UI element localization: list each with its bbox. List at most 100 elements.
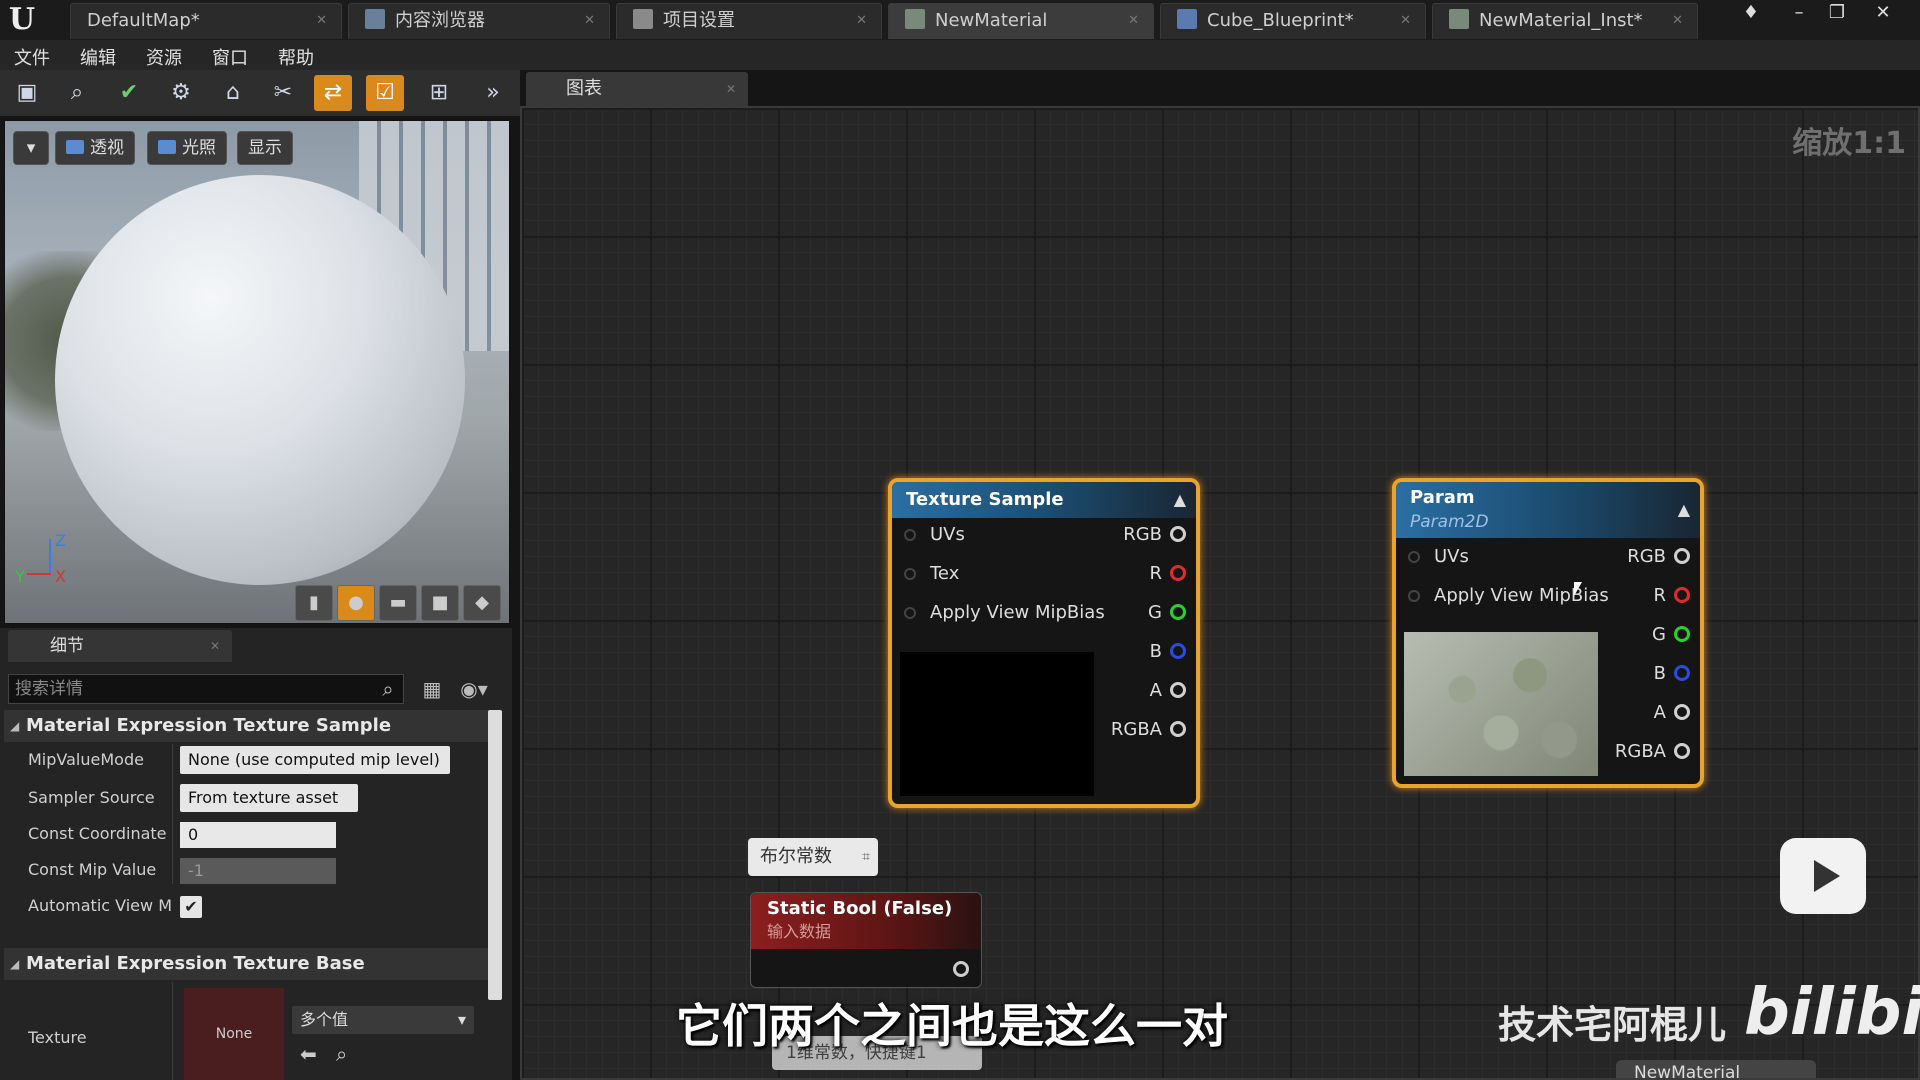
preview-viewport[interactable]: ▾ 透视 光照 显示 Z Y X ▮ ● ▬ ■ ◆ xyxy=(4,120,510,624)
static-bool-node[interactable]: Static Bool (False) 输入数据 xyxy=(750,892,982,988)
teapot-preview-icon[interactable]: ◆ xyxy=(463,585,501,621)
pin-circle-icon xyxy=(904,568,916,580)
output-pin[interactable] xyxy=(953,961,969,977)
viewport-options-button[interactable]: ▾ xyxy=(13,131,49,165)
use-selected-arrow-icon[interactable]: ⬅ xyxy=(300,1042,317,1066)
close-window-icon[interactable]: ✕ xyxy=(1868,2,1898,26)
sampler-source-combo[interactable]: From texture asset ▾ xyxy=(180,784,358,835)
unreal-logo-icon[interactable]: U xyxy=(4,2,40,38)
browse-icon[interactable]: ⌕ xyxy=(58,75,96,111)
texture-preview-black xyxy=(900,652,1094,796)
unreal-material-editor: U DefaultMap* ✕ 内容浏览器 ✕ 项目设置 ✕ NewMaterial ✕… xyxy=(0,0,1920,1080)
close-icon[interactable]: ✕ xyxy=(726,72,736,106)
more-icon[interactable]: » xyxy=(474,75,512,111)
live-preview-icon[interactable]: ☑ xyxy=(366,75,404,111)
bool-comment-bubble[interactable]: 布尔常数 ⌗ xyxy=(748,838,878,876)
param-node[interactable]: Param Param2D ▲ UVs Apply View MipBias R… xyxy=(1392,478,1704,788)
output-pin-a[interactable]: A xyxy=(1654,698,1690,728)
texture-thumbnail[interactable]: None xyxy=(184,988,284,1080)
preview-sphere xyxy=(55,175,465,585)
texture-sample-node[interactable]: Texture Sample ▲ UVs Tex Apply View MipB… xyxy=(888,478,1200,808)
graph-tab[interactable]: 图表 ✕ xyxy=(526,72,748,106)
search-nodes-icon[interactable]: ⚙ xyxy=(162,75,200,111)
output-pin-rgb[interactable]: RGB xyxy=(1627,542,1690,572)
perspective-button[interactable]: 透视 xyxy=(55,131,135,165)
output-pin-g[interactable]: G xyxy=(1652,620,1690,650)
clean-up-icon[interactable]: ✂ xyxy=(264,75,302,111)
material-graph-canvas[interactable]: 缩放1:1 Texture Sample ▲ UVs Tex Apply Vie… xyxy=(520,106,1920,1080)
texture-asset-combo[interactable]: 多个值 ▾ xyxy=(292,1006,474,1034)
param-header[interactable]: Param Param2D ▲ xyxy=(1396,482,1700,538)
output-pin-a[interactable]: A xyxy=(1150,676,1186,706)
input-pin-uvs[interactable]: UVs xyxy=(904,520,965,550)
restore-icon[interactable]: ❐ xyxy=(1822,2,1852,26)
sphere-preview-icon[interactable]: ● xyxy=(337,585,375,621)
search-icon[interactable]: ⌕ xyxy=(370,674,406,704)
save-icon[interactable]: ▣ xyxy=(8,75,46,111)
pin-comment-icon[interactable]: ⌗ xyxy=(862,838,870,876)
automatic-view-mip-checkbox[interactable]: ✔ xyxy=(180,896,202,918)
menu-window[interactable]: 窗口 xyxy=(212,44,248,70)
apply-icon[interactable]: ✔ xyxy=(110,75,148,111)
input-pin-uvs[interactable]: UVs xyxy=(1408,542,1469,572)
browse-asset-icon[interactable]: ⌕ xyxy=(336,1042,347,1066)
property-matrix-icon[interactable]: ▦ xyxy=(414,674,450,704)
static-bool-header[interactable]: Static Bool (False) 输入数据 xyxy=(751,893,981,949)
collapse-arrow-icon: ◢ xyxy=(10,957,20,971)
cylinder-preview-icon[interactable]: ▮ xyxy=(295,585,333,621)
minimize-icon[interactable]: – xyxy=(1784,2,1814,26)
details-tab[interactable]: 细节 ✕ xyxy=(8,630,232,662)
menu-file[interactable]: 文件 xyxy=(14,44,50,70)
pin-circle-icon xyxy=(1170,721,1186,737)
output-pin-r[interactable]: R xyxy=(1653,581,1690,611)
category-texture-sample[interactable]: ◢ Material Expression Texture Sample xyxy=(4,710,490,742)
details-panel: 细节 ✕ 搜索详情 ⌕ ▦ ◉▾ ◢ Material Expression Tex… xyxy=(0,628,512,1080)
details-search-input[interactable]: 搜索详情 xyxy=(8,674,404,704)
close-icon[interactable]: ✕ xyxy=(1400,4,1411,38)
tab-cube-blueprint[interactable]: Cube_Blueprint* ✕ xyxy=(1160,3,1426,39)
close-icon[interactable]: ✕ xyxy=(316,4,327,38)
menu-edit[interactable]: 编辑 xyxy=(80,44,116,70)
lighting-button[interactable]: 光照 xyxy=(147,131,227,165)
eye-icon[interactable]: ◉▾ xyxy=(456,674,492,704)
tab-newmaterial[interactable]: NewMaterial ✕ xyxy=(888,3,1154,39)
newmaterial-output-node[interactable]: NewMaterial xyxy=(1616,1060,1816,1078)
output-pin-b[interactable]: B xyxy=(1654,659,1690,689)
collapse-icon[interactable]: ▲ xyxy=(1174,482,1186,518)
output-pin-rgba[interactable]: RGBA xyxy=(1615,737,1690,767)
texture-sample-header[interactable]: Texture Sample ▲ xyxy=(892,482,1196,518)
feedback-icon[interactable]: ♦ xyxy=(1736,2,1766,26)
output-pin-r[interactable]: R xyxy=(1149,559,1186,589)
prop-label-mip: MipValueMode xyxy=(28,750,144,769)
output-pin-rgba[interactable]: RGBA xyxy=(1111,715,1186,745)
pin-circle-icon xyxy=(1408,590,1420,602)
collapse-icon[interactable]: ▲ xyxy=(1678,498,1690,522)
plane-preview-icon[interactable]: ▬ xyxy=(379,585,417,621)
tab-content-browser[interactable]: 内容浏览器 ✕ xyxy=(348,3,610,39)
category-texture-base[interactable]: ◢ Material Expression Texture Base xyxy=(4,948,490,980)
mip-value-mode-combo[interactable]: None (use computed mip level) ▾ xyxy=(180,746,450,797)
cube-preview-icon[interactable]: ■ xyxy=(421,585,459,621)
close-icon[interactable]: ✕ xyxy=(856,4,867,38)
close-icon[interactable]: ✕ xyxy=(584,4,595,38)
show-button[interactable]: 显示 xyxy=(237,131,293,165)
close-icon[interactable]: ✕ xyxy=(1672,4,1683,38)
tab-project-settings[interactable]: 项目设置 ✕ xyxy=(616,3,882,39)
const-coordinate-input[interactable]: 0 xyxy=(180,822,336,848)
input-pin-tex[interactable]: Tex xyxy=(904,559,959,589)
close-icon[interactable]: ✕ xyxy=(1128,4,1139,38)
menu-help[interactable]: 帮助 xyxy=(278,44,314,70)
stats-icon[interactable]: ⊞ xyxy=(420,75,458,111)
menu-asset[interactable]: 资源 xyxy=(146,44,182,70)
output-pin-g[interactable]: G xyxy=(1148,598,1186,628)
details-scrollbar[interactable] xyxy=(488,710,502,1000)
tab-defaultmap[interactable]: DefaultMap* ✕ xyxy=(70,3,342,39)
input-pin-apply-view-mipbias[interactable]: Apply View MipBias xyxy=(904,598,1105,628)
output-pin-rgb[interactable]: RGB xyxy=(1123,520,1186,550)
output-pin-b[interactable]: B xyxy=(1150,637,1186,667)
tab-newmaterial-inst[interactable]: NewMaterial_Inst* ✕ xyxy=(1432,3,1698,39)
const-mip-value-input[interactable]: -1 xyxy=(180,858,336,884)
connectors-icon[interactable]: ⇄ xyxy=(314,75,352,111)
home-icon[interactable]: ⌂ xyxy=(214,75,252,111)
close-icon[interactable]: ✕ xyxy=(210,630,220,662)
